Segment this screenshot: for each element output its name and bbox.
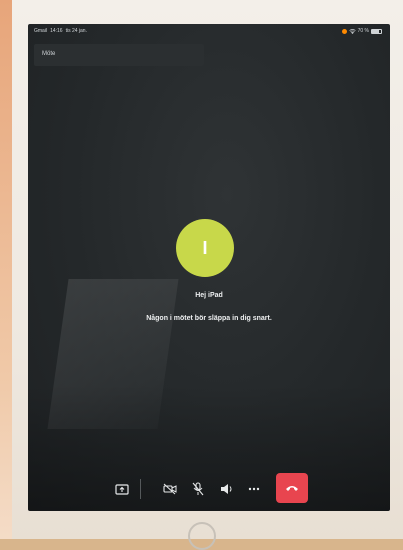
mic-off-icon [192, 482, 204, 496]
leave-call-button[interactable] [276, 473, 308, 503]
background-edge [0, 0, 12, 539]
meeting-title-bar: Möte [34, 44, 204, 66]
mic-toggle-button[interactable] [186, 476, 210, 502]
wifi-icon [348, 28, 356, 34]
greeting-text: Hej iPad [195, 292, 223, 299]
phone-hangup-icon [285, 484, 299, 492]
more-icon [248, 487, 260, 491]
status-time: 14:16 [50, 28, 63, 34]
home-button[interactable] [188, 522, 216, 550]
back-app-label[interactable]: Gmail [34, 28, 47, 34]
call-controls [108, 473, 318, 503]
battery-percent: 70 % [357, 28, 369, 34]
share-button[interactable] [110, 476, 134, 502]
status-bar: Gmail 14:16 tis 24 jan. 70 % [28, 24, 390, 38]
controls-divider [140, 479, 141, 499]
video-off-icon [163, 483, 177, 495]
lobby-message: Någon i mötet bör släppa in dig snart. [146, 315, 272, 322]
camera-toggle-button[interactable] [158, 476, 182, 502]
more-options-button[interactable] [242, 476, 266, 502]
recording-indicator-icon [341, 28, 347, 34]
screen-share-icon [115, 483, 129, 495]
battery-icon [371, 28, 382, 34]
speaker-button[interactable] [214, 476, 238, 502]
avatar: I [176, 219, 234, 277]
meeting-title: Möte [42, 51, 56, 57]
status-right: 70 % [341, 28, 382, 34]
status-left: Gmail 14:16 tis 24 jan. [34, 28, 87, 34]
speaker-icon [220, 483, 233, 495]
teams-call-screen: Gmail 14:16 tis 24 jan. 70 % Möte I Hej … [28, 24, 390, 511]
status-date: tis 24 jan. [65, 28, 87, 34]
avatar-initial: I [202, 237, 208, 258]
